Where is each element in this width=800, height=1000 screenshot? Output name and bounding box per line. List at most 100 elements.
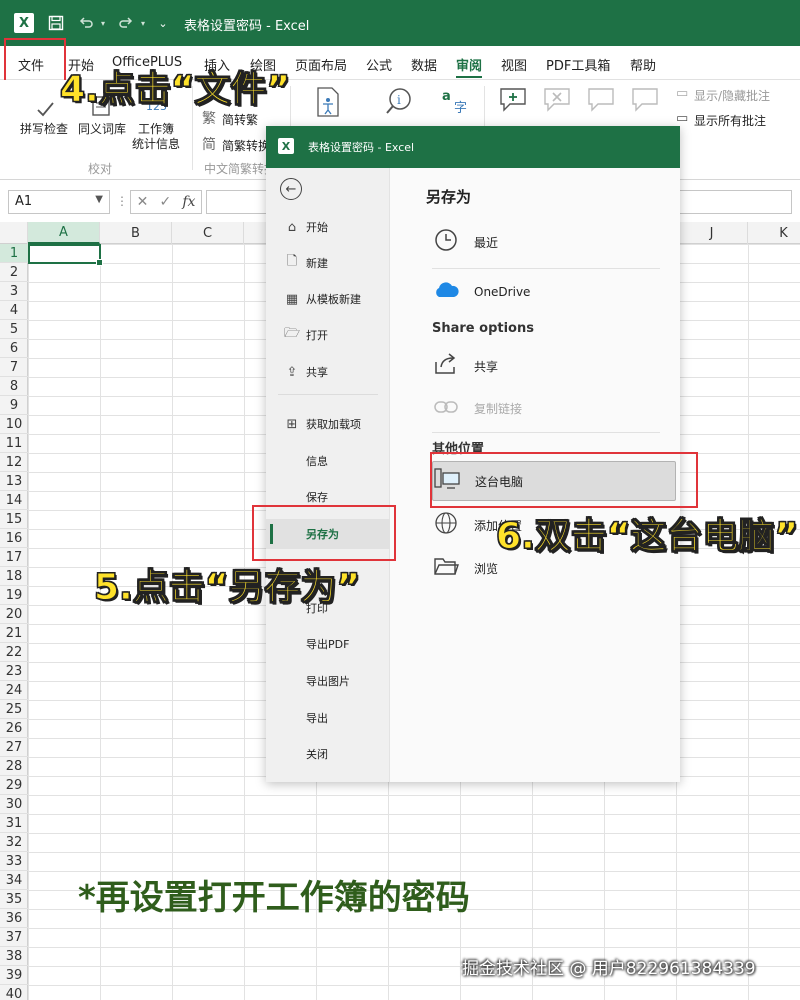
- row-header[interactable]: 40: [0, 985, 28, 1000]
- nav-item-new-from-template[interactable]: ▦ 从模板新建: [266, 284, 390, 314]
- row-header[interactable]: 17: [0, 548, 28, 567]
- row-header[interactable]: 33: [0, 852, 28, 871]
- cancel-icon[interactable]: ✕: [137, 194, 149, 210]
- redo-icon[interactable]: [116, 12, 136, 34]
- confirm-icon[interactable]: ✓: [159, 194, 171, 210]
- nav-item-close[interactable]: 关闭: [266, 739, 390, 769]
- row-header[interactable]: 34: [0, 871, 28, 890]
- to-simplified-button[interactable]: 简转繁: [222, 111, 258, 128]
- row-header[interactable]: 15: [0, 510, 28, 529]
- row-header[interactable]: 20: [0, 605, 28, 624]
- row-header[interactable]: 18: [0, 567, 28, 586]
- show-all-comments-button[interactable]: 显示所有批注: [694, 112, 766, 129]
- row-header[interactable]: 9: [0, 396, 28, 415]
- row-header[interactable]: 8: [0, 377, 28, 396]
- column-header[interactable]: K: [748, 222, 800, 244]
- row-header[interactable]: 6: [0, 339, 28, 358]
- undo-dropdown-icon[interactable]: ▾: [98, 12, 108, 34]
- tab-review[interactable]: 审阅: [456, 55, 483, 78]
- backstage-nav: ← ⌂ 开始 🗋 新建 ▦ 从模板新建 🗁 打开 ⇪ 共享 ⊞ 获取加载项 信息: [266, 168, 390, 782]
- tab-formulas[interactable]: 公式: [366, 55, 392, 74]
- row-header[interactable]: 35: [0, 890, 28, 909]
- open-folder-icon: 🗁: [284, 326, 301, 341]
- row-header[interactable]: 29: [0, 776, 28, 795]
- onedrive-option[interactable]: OneDrive: [432, 272, 676, 312]
- selected-cell-a1[interactable]: [28, 244, 103, 266]
- translate-icon[interactable]: a字: [440, 86, 470, 121]
- more-options-icon[interactable]: ⋮: [116, 194, 128, 208]
- new-comment-icon[interactable]: [498, 86, 528, 117]
- column-header[interactable]: B: [100, 222, 172, 244]
- chevron-down-icon[interactable]: ▼: [95, 194, 103, 205]
- column-header[interactable]: J: [676, 222, 748, 244]
- tab-pdf-toolbox[interactable]: PDF工具箱: [546, 55, 610, 74]
- template-icon: ▦: [285, 291, 299, 307]
- row-header[interactable]: 21: [0, 624, 28, 643]
- thesaurus-button[interactable]: 同义词库: [78, 120, 126, 137]
- tab-data[interactable]: 数据: [411, 55, 437, 74]
- row-header[interactable]: 5: [0, 320, 28, 339]
- row-header[interactable]: 39: [0, 966, 28, 985]
- row-header[interactable]: 13: [0, 472, 28, 491]
- row-header[interactable]: 30: [0, 795, 28, 814]
- tab-page-layout[interactable]: 页面布局: [295, 55, 347, 74]
- annotation-step-4: 4.点击“文件”: [59, 69, 291, 111]
- row-header[interactable]: 31: [0, 814, 28, 833]
- row-header[interactable]: 38: [0, 947, 28, 966]
- save-icon[interactable]: [46, 12, 66, 34]
- spell-check-button[interactable]: 拼写检查: [20, 120, 68, 137]
- select-all-corner[interactable]: [0, 222, 28, 244]
- nav-item-export-pdf[interactable]: 导出PDF: [266, 629, 390, 659]
- row-header[interactable]: 22: [0, 643, 28, 662]
- tab-view[interactable]: 视图: [501, 55, 527, 74]
- tab-help[interactable]: 帮助: [630, 55, 656, 74]
- row-header[interactable]: 19: [0, 586, 28, 605]
- row-header[interactable]: 26: [0, 719, 28, 738]
- insert-function-icon[interactable]: fx: [182, 194, 195, 210]
- row-header[interactable]: 25: [0, 700, 28, 719]
- nav-item-info[interactable]: 信息: [266, 446, 390, 476]
- nav-item-share[interactable]: ⇪ 共享: [266, 357, 390, 387]
- column-header[interactable]: C: [172, 222, 244, 244]
- back-arrow-icon[interactable]: ←: [280, 178, 302, 200]
- row-header[interactable]: 14: [0, 491, 28, 510]
- share-options-heading: Share options: [432, 321, 534, 336]
- undo-icon[interactable]: [76, 12, 96, 34]
- customize-qat-icon[interactable]: ⌄: [156, 12, 170, 34]
- row-header[interactable]: 36: [0, 909, 28, 928]
- row-header[interactable]: 37: [0, 928, 28, 947]
- row-header[interactable]: 4: [0, 301, 28, 320]
- share-icon: ⇪: [286, 364, 298, 380]
- simplified-conversion-button[interactable]: 简繁转换: [222, 137, 270, 154]
- check-accessibility-icon[interactable]: [312, 86, 344, 123]
- nav-item-new[interactable]: 🗋 新建: [266, 248, 390, 278]
- nav-item-get-addins[interactable]: ⊞ 获取加载项: [266, 409, 390, 439]
- row-header[interactable]: 2: [0, 263, 28, 282]
- row-header[interactable]: 28: [0, 757, 28, 776]
- annotation-step-6: 6.双击“这台电脑”: [495, 516, 799, 558]
- column-header[interactable]: A: [28, 222, 100, 244]
- row-header[interactable]: 7: [0, 358, 28, 377]
- recent-option[interactable]: 最近: [432, 222, 676, 262]
- row-header[interactable]: 1: [0, 244, 28, 263]
- row-header[interactable]: 23: [0, 662, 28, 681]
- row-header[interactable]: 11: [0, 434, 28, 453]
- nav-item-home[interactable]: ⌂ 开始: [266, 212, 390, 242]
- svg-text:a: a: [442, 89, 451, 104]
- smart-lookup-icon[interactable]: i: [384, 86, 414, 121]
- share-option[interactable]: 共享: [432, 346, 676, 386]
- row-header[interactable]: 16: [0, 529, 28, 548]
- row-header[interactable]: 12: [0, 453, 28, 472]
- nav-item-open[interactable]: 🗁 打开: [266, 320, 390, 350]
- nav-item-label: 共享: [306, 366, 328, 379]
- name-box[interactable]: A1 ▼: [8, 190, 110, 214]
- row-header[interactable]: 24: [0, 681, 28, 700]
- redo-dropdown-icon[interactable]: ▾: [138, 12, 148, 34]
- row-header[interactable]: 3: [0, 282, 28, 301]
- nav-item-export-image[interactable]: 导出图片: [266, 666, 390, 696]
- row-header[interactable]: 10: [0, 415, 28, 434]
- row-header[interactable]: 27: [0, 738, 28, 757]
- nav-item-export[interactable]: 导出: [266, 703, 390, 733]
- recent-label: 最近: [474, 235, 499, 250]
- row-header[interactable]: 32: [0, 833, 28, 852]
